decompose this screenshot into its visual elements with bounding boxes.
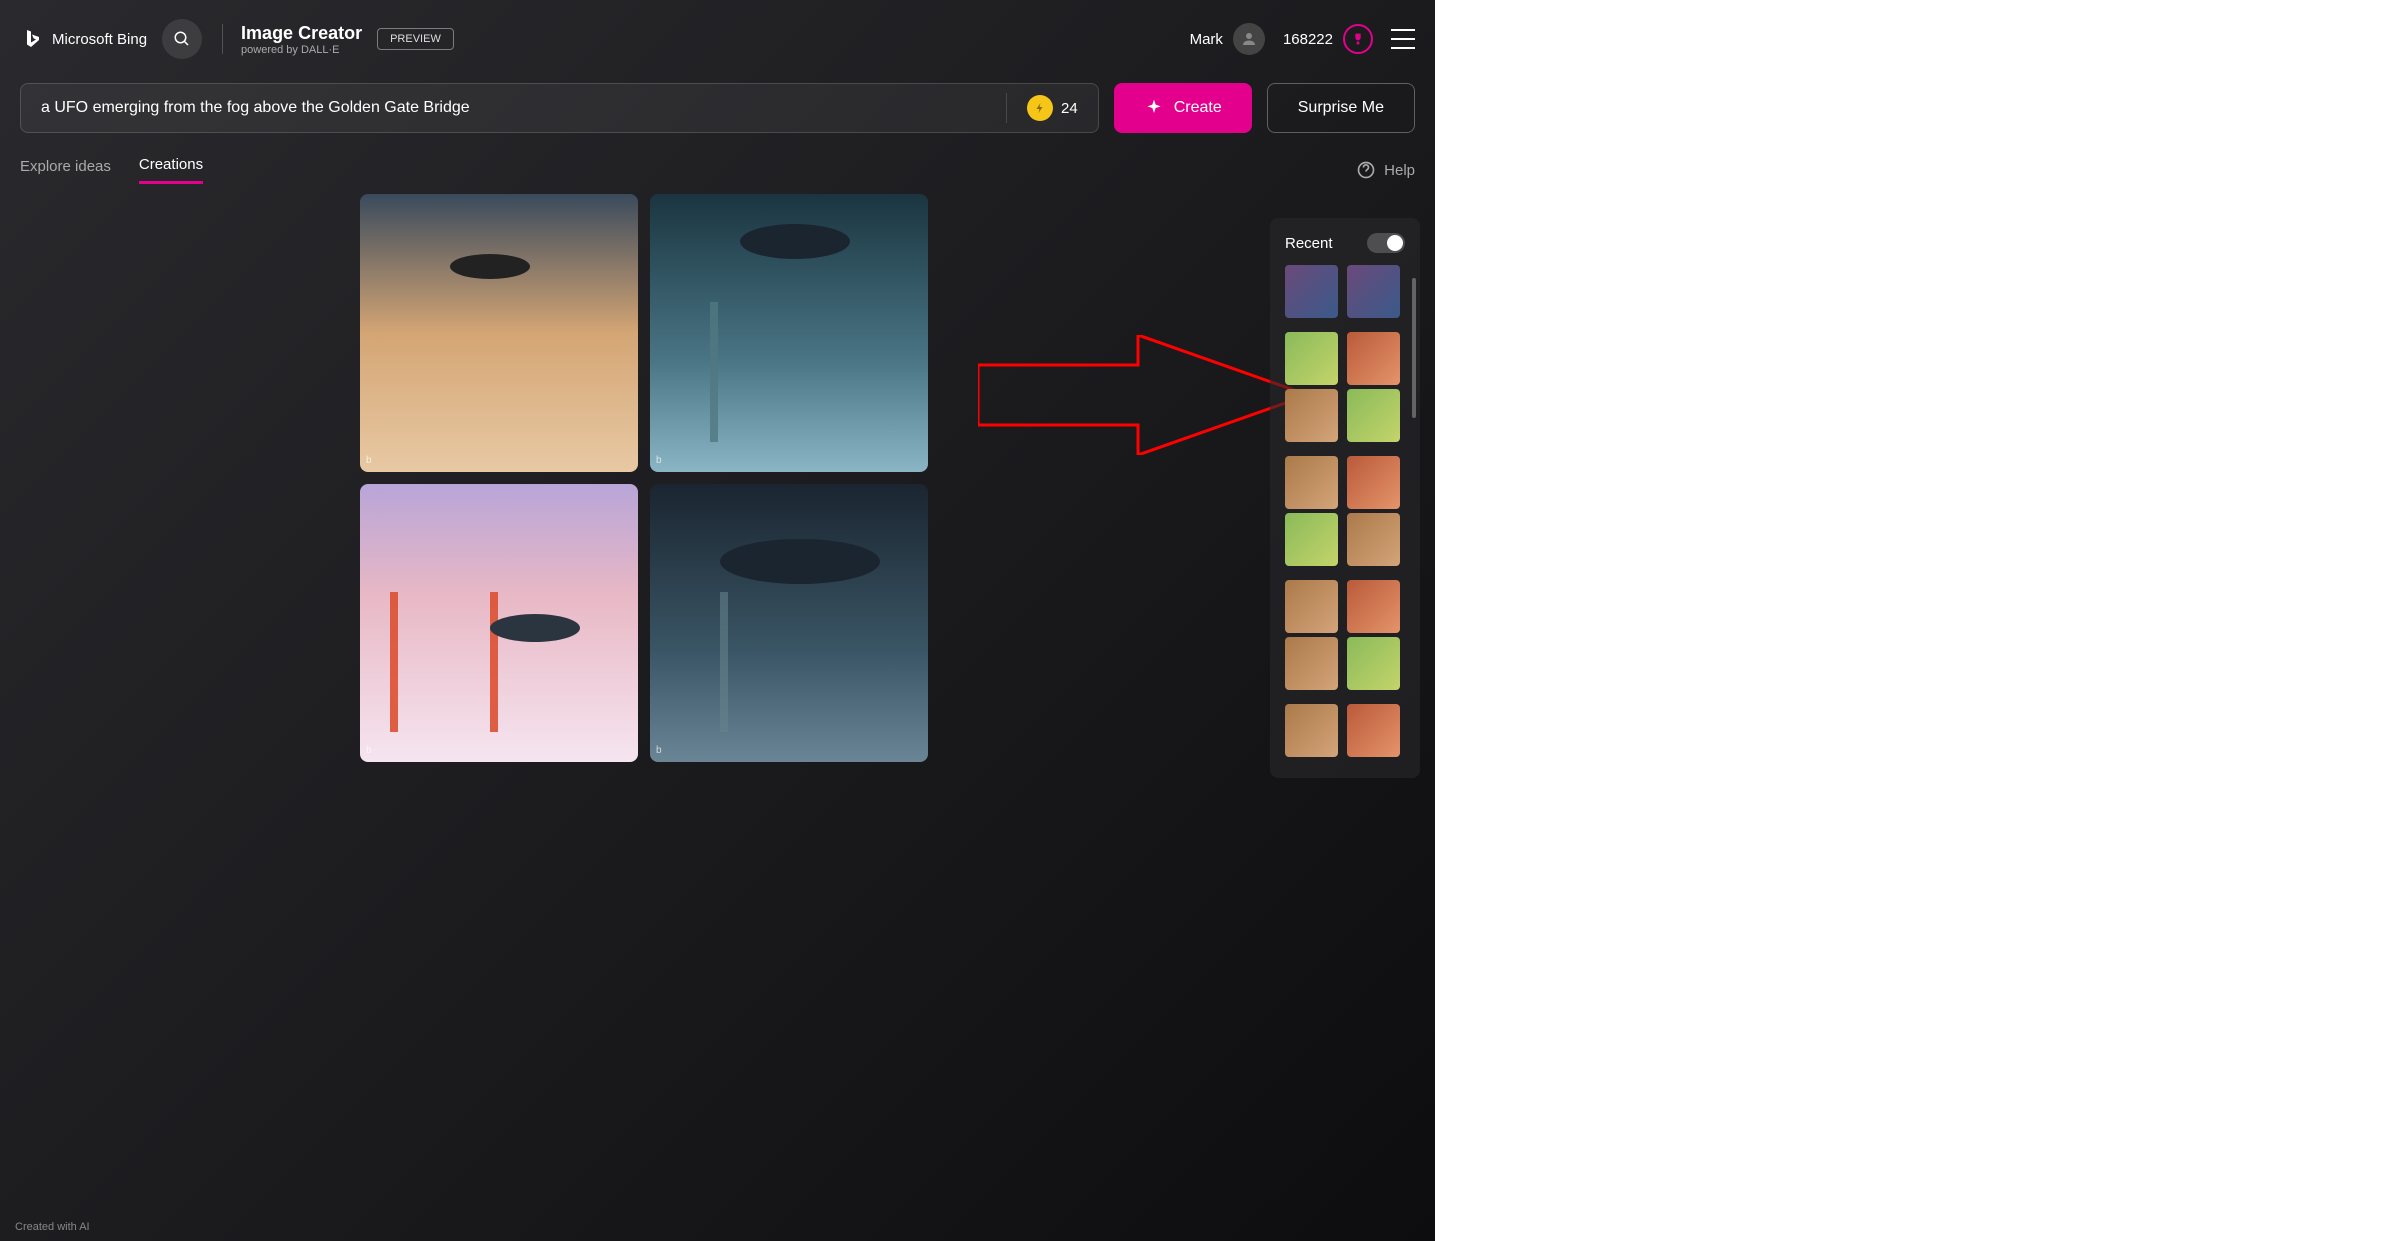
prompt-input-container: 24: [20, 83, 1099, 133]
boost-section[interactable]: 24: [1006, 93, 1078, 123]
recent-thumb[interactable]: [1347, 704, 1400, 757]
result-image-4[interactable]: b: [650, 484, 928, 762]
rewards-icon: [1343, 24, 1373, 54]
surprise-me-button[interactable]: Surprise Me: [1267, 83, 1415, 133]
recent-thumb[interactable]: [1347, 456, 1400, 509]
lightning-icon: [1027, 95, 1053, 121]
recent-thumb[interactable]: [1347, 389, 1400, 442]
toggle-knob: [1387, 235, 1403, 251]
bing-icon: [20, 27, 44, 51]
result-badge: b: [656, 745, 662, 756]
recent-grid: [1285, 265, 1405, 767]
trophy-icon: [1350, 31, 1366, 47]
result-badge: b: [656, 455, 662, 466]
prompt-bar: 24 Create Surprise Me: [0, 78, 1435, 138]
rewards-section[interactable]: 168222: [1283, 24, 1373, 54]
menu-button[interactable]: [1391, 29, 1415, 49]
app-title: Image Creator: [241, 23, 362, 44]
recent-panel: Recent: [1270, 218, 1420, 778]
results-grid: b b b b: [360, 194, 928, 762]
result-badge: b: [366, 455, 372, 466]
recent-thumb[interactable]: [1285, 704, 1338, 757]
recent-thumb[interactable]: [1347, 580, 1400, 633]
recent-thumb[interactable]: [1347, 513, 1400, 566]
help-icon: [1356, 160, 1376, 180]
scrollbar[interactable]: [1412, 278, 1416, 418]
result-image-3[interactable]: b: [360, 484, 638, 762]
bing-logo-text: Microsoft Bing: [52, 31, 147, 48]
recent-thumb[interactable]: [1347, 332, 1400, 385]
recent-thumb[interactable]: [1285, 456, 1338, 509]
tabs-bar: Explore ideas Creations Help: [0, 138, 1435, 194]
result-image-1[interactable]: b: [360, 194, 638, 472]
rewards-count: 168222: [1283, 31, 1333, 48]
header: Microsoft Bing Image Creator powered by …: [0, 0, 1435, 78]
recent-thumb[interactable]: [1285, 513, 1338, 566]
recent-thumb[interactable]: [1285, 637, 1338, 690]
title-section: Image Creator powered by DALL·E: [241, 23, 362, 56]
username: Mark: [1190, 31, 1223, 48]
avatar[interactable]: [1233, 23, 1265, 55]
recent-thumb[interactable]: [1285, 265, 1338, 318]
person-icon: [1240, 30, 1258, 48]
recent-thumb[interactable]: [1347, 637, 1400, 690]
create-button[interactable]: Create: [1114, 83, 1252, 133]
footer-text: Created with AI: [15, 1221, 90, 1233]
main-content: b b b b: [0, 194, 1435, 762]
preview-badge: PREVIEW: [377, 28, 454, 50]
recent-header: Recent: [1285, 233, 1405, 253]
recent-thumb[interactable]: [1285, 580, 1338, 633]
result-image-2[interactable]: b: [650, 194, 928, 472]
boost-count: 24: [1061, 100, 1078, 117]
recent-thumb[interactable]: [1347, 265, 1400, 318]
header-divider: [222, 24, 223, 54]
bing-logo[interactable]: Microsoft Bing: [20, 27, 147, 51]
help-label: Help: [1384, 162, 1415, 179]
recent-thumb[interactable]: [1285, 389, 1338, 442]
recent-thumb[interactable]: [1285, 332, 1338, 385]
tab-explore-ideas[interactable]: Explore ideas: [20, 158, 111, 183]
prompt-input[interactable]: [41, 99, 1006, 117]
search-icon: [173, 30, 191, 48]
recent-toggle[interactable]: [1367, 233, 1405, 253]
help-button[interactable]: Help: [1356, 160, 1415, 180]
blank-area: [1435, 0, 2403, 1241]
sparkle-icon: [1144, 98, 1164, 118]
search-button[interactable]: [162, 19, 202, 59]
app-subtitle: powered by DALL·E: [241, 44, 362, 56]
result-badge: b: [366, 745, 372, 756]
create-button-label: Create: [1174, 99, 1222, 117]
user-section[interactable]: Mark: [1190, 23, 1265, 55]
recent-title: Recent: [1285, 235, 1333, 252]
tab-creations[interactable]: Creations: [139, 156, 203, 184]
